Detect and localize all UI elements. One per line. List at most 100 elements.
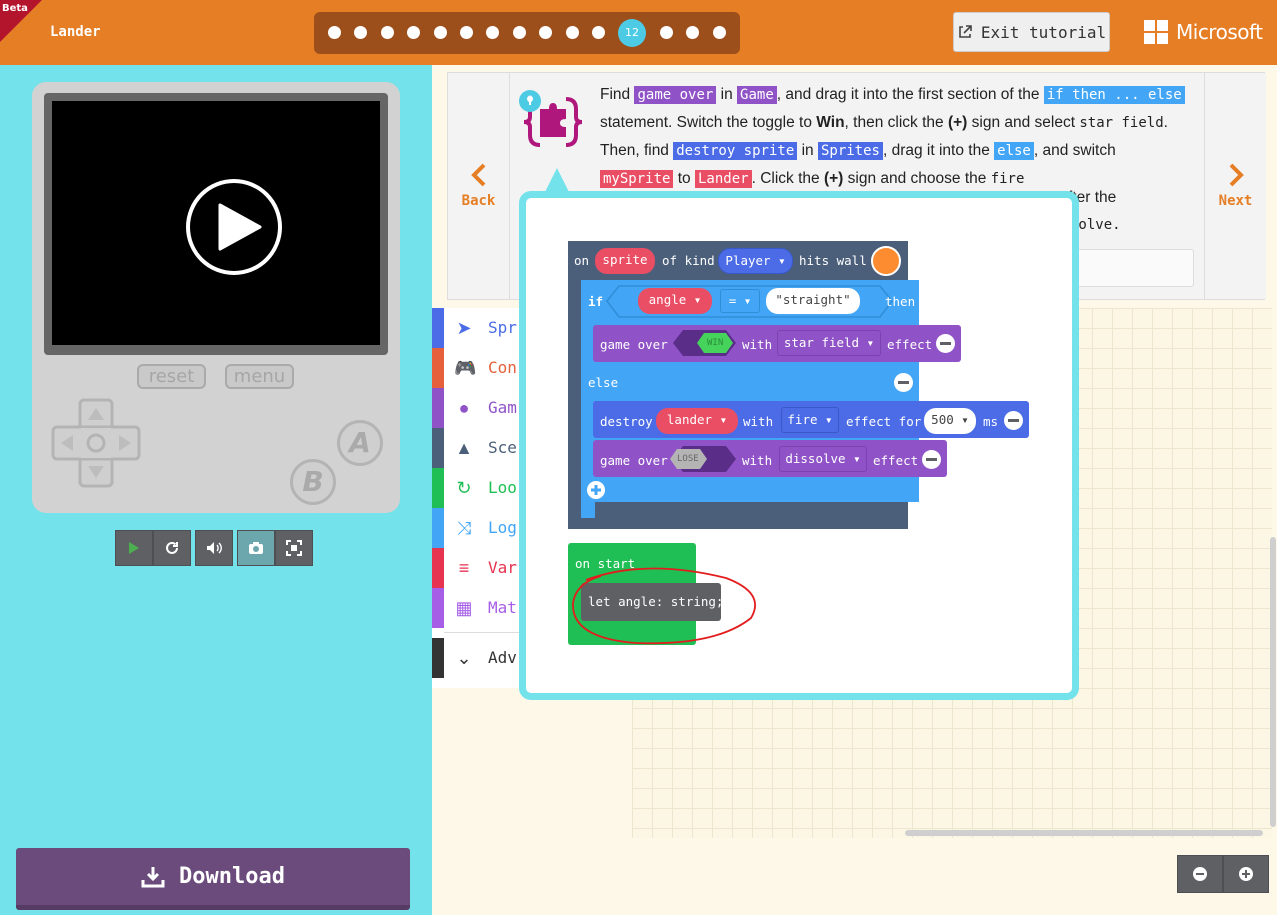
instr-text: statement. Switch the toggle to (600, 114, 812, 131)
step-dot-11[interactable] (592, 26, 605, 39)
instr-text: . (1112, 217, 1121, 233)
step-dot-15[interactable] (713, 26, 726, 39)
category-color-bar (432, 428, 444, 468)
top-header: Beta Lander 12 Exit tutorial Microsoft (0, 0, 1277, 65)
dissolve-dropdown[interactable]: dissolve ▾ (779, 446, 867, 472)
duration-dropdown[interactable]: 500 ▾ (924, 408, 976, 434)
duration-value: 500 (931, 412, 954, 427)
next-button[interactable]: Next (1204, 73, 1266, 299)
button-a[interactable]: A (337, 420, 383, 466)
step-dot-6[interactable] (460, 26, 473, 39)
star-field-dropdown[interactable]: star field ▾ (777, 330, 881, 356)
category-label: Con (488, 358, 517, 377)
mute-button[interactable] (195, 530, 233, 566)
back-button[interactable]: Back (448, 73, 510, 299)
of-kind-label: of kind (662, 253, 715, 268)
step-dot-9[interactable] (539, 26, 552, 39)
next-label: Next (1218, 193, 1253, 209)
category-color-bar (432, 548, 444, 588)
if-label: if (588, 294, 604, 309)
step-dot-2[interactable] (354, 26, 367, 39)
chip-sprites: Sprites (817, 142, 883, 160)
step-dot-13[interactable] (660, 26, 673, 39)
hits-wall-label: hits wall (799, 253, 867, 268)
straight-string-field[interactable]: "straight" (766, 288, 860, 314)
microsoft-logo[interactable]: Microsoft (1144, 20, 1263, 44)
plus-circle-icon (1239, 867, 1253, 881)
puzzle-hint-icon[interactable] (518, 89, 588, 155)
game-screen[interactable] (52, 101, 380, 345)
download-icon (141, 866, 165, 887)
let-angle-code[interactable]: let angle: string; (588, 594, 723, 609)
with-label: with (742, 453, 773, 468)
simulator-toolbar (115, 530, 313, 566)
category-label: Log (488, 518, 517, 537)
category-color-bar (432, 468, 444, 508)
step-dot-7[interactable] (486, 26, 499, 39)
screenshot-button[interactable] (237, 530, 275, 566)
category-color-bar (432, 508, 444, 548)
instr-text: sign and select (971, 114, 1076, 131)
remove-else-button[interactable] (894, 373, 913, 392)
operator-dropdown[interactable]: = ▾ (720, 289, 760, 313)
ms-label: ms (983, 414, 999, 429)
download-button[interactable]: Download (16, 848, 410, 910)
run-button[interactable] (115, 530, 153, 566)
tree-icon: ▲ (455, 438, 473, 458)
remove-param-button[interactable] (1004, 411, 1023, 430)
microsoft-wordmark: Microsoft (1176, 20, 1263, 44)
remove-param-button[interactable] (936, 334, 955, 353)
windows-logo-icon (1144, 20, 1168, 44)
step-dot-3[interactable] (381, 26, 394, 39)
chip-mysprite: mySprite (600, 170, 674, 188)
step-dot-1[interactable] (328, 26, 341, 39)
then-label: then (885, 294, 916, 309)
shuffle-icon: ⤨ (456, 518, 472, 538)
minus-circle-icon (1193, 867, 1207, 881)
instr-text: in (801, 142, 814, 159)
player-dropdown[interactable]: Player ▾ (718, 248, 793, 274)
instr-text: , and switch (1033, 142, 1116, 159)
exit-tutorial-button[interactable]: Exit tutorial (953, 12, 1110, 52)
lose-toggle[interactable]: LOSE (677, 454, 699, 464)
button-b[interactable]: B (290, 459, 336, 505)
instr-bold: Win (816, 114, 845, 131)
win-toggle[interactable]: WIN (707, 338, 723, 348)
step-dot-10[interactable] (566, 26, 579, 39)
reset-button[interactable]: reset (137, 364, 206, 389)
lander-dropdown[interactable]: lander ▾ (656, 408, 738, 434)
chevron-left-icon (470, 163, 485, 187)
dissolve-value: dissolve (785, 451, 846, 466)
download-label: Download (179, 864, 285, 889)
simulator-panel: reset menu A B Download (0, 65, 432, 915)
horizontal-scrollbar[interactable] (905, 830, 1263, 836)
play-icon (218, 203, 262, 251)
dpad-control[interactable] (51, 398, 141, 488)
play-button[interactable] (186, 179, 282, 275)
vertical-scrollbar[interactable] (1270, 537, 1276, 827)
project-name[interactable]: Lander (50, 24, 101, 40)
category-label: Gam (488, 398, 517, 417)
menu-button[interactable]: menu (225, 364, 294, 389)
fire-dropdown[interactable]: fire ▾ (781, 407, 839, 433)
effect-label: effect (887, 337, 933, 352)
step-dot-5[interactable] (434, 26, 447, 39)
restart-button[interactable] (153, 530, 191, 566)
step-dot-14[interactable] (686, 26, 699, 39)
hint-popup[interactable]: on sprite of kind Player ▾ hits wall if … (519, 191, 1079, 700)
step-current[interactable]: 12 (618, 19, 646, 47)
step-dot-8[interactable] (513, 26, 526, 39)
fullscreen-button[interactable] (275, 530, 313, 566)
sprite-pill[interactable]: sprite (595, 248, 655, 274)
instr-text: sign and choose the (847, 170, 987, 187)
step-dot-4[interactable] (407, 26, 420, 39)
category-label: Sce (488, 438, 517, 457)
chevron-down-icon: ⌄ (456, 648, 472, 668)
remove-param-button[interactable] (922, 450, 941, 469)
category-color-bar (432, 388, 444, 428)
zoom-out-button[interactable] (1177, 855, 1223, 893)
destroy-label: destroy (600, 414, 653, 429)
angle-dropdown[interactable]: angle ▾ (638, 288, 712, 314)
zoom-in-button[interactable] (1223, 855, 1269, 893)
category-color-bar (432, 588, 444, 628)
